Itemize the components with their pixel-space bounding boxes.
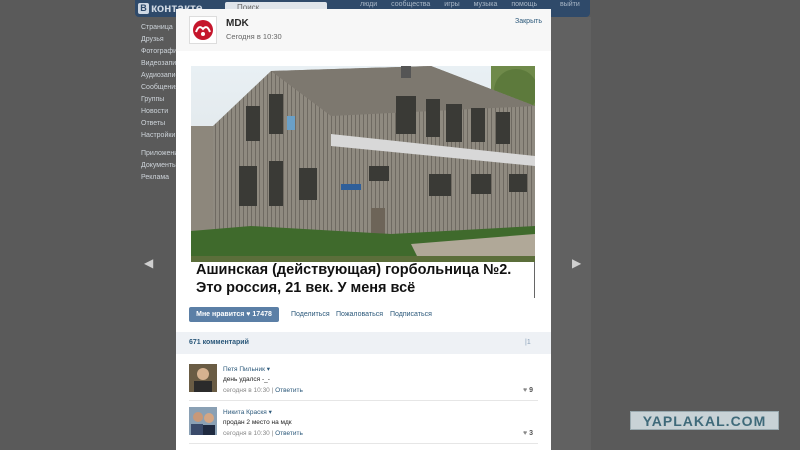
author-avatar[interactable] bbox=[189, 16, 217, 44]
sidebar-item-documents[interactable]: Документы bbox=[141, 160, 181, 172]
caption-line-2: Это россия, 21 век. У меня всё bbox=[196, 280, 416, 296]
complain-link[interactable]: Пожаловаться bbox=[336, 311, 383, 318]
watermark-logo: YAPLAKAL.COM bbox=[630, 411, 779, 430]
comment-like[interactable]: ♥ 9 bbox=[523, 387, 533, 394]
comment-meta: сегодня в 10:30 | Ответить bbox=[223, 430, 303, 437]
comments-header: 671 комментарий |1 bbox=[176, 332, 551, 354]
vk-logo-icon: В bbox=[138, 3, 149, 15]
post-time: Сегодня в 10:30 bbox=[226, 32, 282, 41]
background-strip bbox=[551, 17, 591, 450]
nav-music[interactable]: музыка bbox=[474, 1, 498, 8]
sidebar-item-audio[interactable]: Аудиозаписи bbox=[141, 70, 181, 82]
chevron-down-icon[interactable]: ▾ bbox=[267, 366, 270, 373]
comments-right-count: |1 bbox=[525, 339, 531, 346]
person-avatar-icon bbox=[189, 407, 217, 435]
comment-divider bbox=[189, 443, 538, 444]
like-button[interactable]: Мне нравится ♥ 17478 bbox=[189, 307, 279, 322]
sidebar-item-photos[interactable]: Фотографии bbox=[141, 46, 181, 58]
comment-avatar[interactable] bbox=[189, 364, 217, 392]
nav-communities[interactable]: сообщества bbox=[391, 1, 430, 8]
comment-like[interactable]: ♥ 3 bbox=[523, 430, 533, 437]
nav-exit[interactable]: выйти bbox=[560, 1, 580, 8]
comment-divider bbox=[189, 400, 538, 401]
heart-icon: ♥ bbox=[523, 387, 528, 394]
comment-author-name: Никита Краскя bbox=[223, 409, 267, 416]
post-photo[interactable] bbox=[191, 66, 535, 264]
sidebar-item-answers[interactable]: Ответы bbox=[141, 118, 181, 130]
sidebar-item-page[interactable]: Страница bbox=[141, 22, 181, 34]
comments-right-value: 1 bbox=[526, 339, 531, 346]
sidebar-item-ads[interactable]: Реклама bbox=[141, 172, 181, 184]
sidebar-item-settings[interactable]: Настройки bbox=[141, 130, 181, 142]
post-modal: MDK Сегодня в 10:30 Закрыть Ашинская (де… bbox=[176, 9, 551, 450]
share-link[interactable]: Поделиться bbox=[291, 311, 330, 318]
comment-time: сегодня в 10:30 bbox=[223, 430, 270, 437]
sidebar-item-apps[interactable]: Приложения bbox=[141, 148, 181, 160]
comment-text: день удался -_- bbox=[223, 376, 270, 383]
comment-like-count: 3 bbox=[529, 430, 534, 437]
person-avatar-icon bbox=[189, 364, 217, 392]
sidebar-item-friends[interactable]: Друзья bbox=[141, 34, 181, 46]
sidebar: Страница Друзья Фотографии Видеозаписи А… bbox=[141, 22, 181, 184]
reply-link[interactable]: Ответить bbox=[275, 387, 303, 394]
photo-wooden-building bbox=[191, 66, 535, 264]
nav-people[interactable]: люди bbox=[360, 1, 377, 8]
sidebar-item-groups[interactable]: Группы bbox=[141, 94, 181, 106]
sidebar-item-videos[interactable]: Видеозаписи bbox=[141, 58, 181, 70]
close-button[interactable]: Закрыть bbox=[515, 18, 542, 25]
heart-icon: ♥ bbox=[523, 430, 528, 437]
comments-count[interactable]: 671 комментарий bbox=[189, 339, 249, 346]
comment-time: сегодня в 10:30 bbox=[223, 387, 270, 394]
next-arrow-icon[interactable]: ▶ bbox=[572, 256, 581, 270]
comment-author-name: Петя Пильник bbox=[223, 366, 265, 373]
nav-games[interactable]: игры bbox=[444, 1, 459, 8]
comment-author[interactable]: Петя Пильник ▾ bbox=[223, 365, 270, 373]
sidebar-item-messages[interactable]: Сообщения bbox=[141, 82, 181, 94]
comment-item: Петя Пильник ▾ день удался -_- сегодня в… bbox=[176, 364, 551, 404]
subscribe-link[interactable]: Подписаться bbox=[390, 311, 432, 318]
author-name[interactable]: MDK bbox=[226, 18, 249, 29]
comment-text: продан 2 место на мдк bbox=[223, 419, 292, 426]
reply-link[interactable]: Ответить bbox=[275, 430, 303, 437]
post-header: MDK Сегодня в 10:30 Закрыть bbox=[176, 9, 551, 51]
mdk-logo-icon bbox=[190, 17, 216, 43]
comment-avatar[interactable] bbox=[189, 407, 217, 435]
top-nav: люди сообщества игры музыка помощь выйти bbox=[360, 1, 580, 8]
like-count: 17478 bbox=[252, 311, 272, 318]
sidebar-item-news[interactable]: Новости bbox=[141, 106, 181, 118]
caption-line-1: Ашинская (действующая) горбольница №2. bbox=[196, 262, 512, 278]
comment-like-count: 9 bbox=[529, 387, 534, 394]
comment-item: Никита Краскя ▾ продан 2 место на мдк се… bbox=[176, 407, 551, 447]
photo-caption: Ашинская (действующая) горбольница №2. Э… bbox=[191, 262, 535, 298]
comment-meta: сегодня в 10:30 | Ответить bbox=[223, 387, 303, 394]
chevron-down-icon[interactable]: ▾ bbox=[269, 409, 272, 416]
prev-arrow-icon[interactable]: ◀ bbox=[144, 256, 153, 270]
heart-icon: ♥ bbox=[246, 311, 251, 318]
comment-author[interactable]: Никита Краскя ▾ bbox=[223, 408, 272, 416]
like-label: Мне нравится bbox=[196, 311, 245, 318]
nav-help[interactable]: помощь bbox=[511, 1, 537, 8]
